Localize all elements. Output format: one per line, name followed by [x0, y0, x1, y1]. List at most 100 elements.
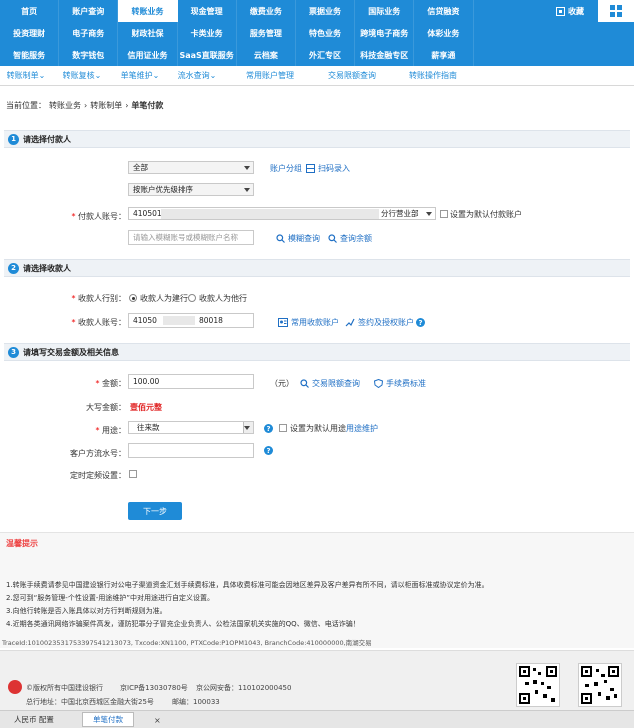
- payer-sort-select[interactable]: 按账户优先级排序: [128, 183, 254, 196]
- nav-item[interactable]: 首页: [0, 0, 60, 22]
- collect-icon: [556, 6, 565, 16]
- serial-number-label: 客户方流水号：: [70, 449, 126, 458]
- sub-nav-item[interactable]: 常用账户管理: [226, 70, 314, 81]
- nav-item[interactable]: 卡类业务: [178, 22, 237, 44]
- nav-item[interactable]: SaaS直联服务: [178, 44, 237, 66]
- nav-item[interactable]: 票据业务: [296, 0, 356, 22]
- query-balance-label: 查询余额: [340, 234, 372, 243]
- purpose-value: 往来款: [137, 423, 160, 432]
- tab-single-payment[interactable]: 单笔付款: [82, 712, 134, 727]
- fee-standard-label: 手续费标准: [386, 379, 426, 388]
- nav-item[interactable]: 信用证业务: [118, 44, 178, 66]
- nav-item[interactable]: 账户查询: [59, 0, 119, 22]
- amount-input[interactable]: 100.00: [128, 374, 254, 389]
- nav-item[interactable]: 外汇专区: [296, 44, 356, 66]
- nav-item[interactable]: 体彩业务: [414, 22, 474, 44]
- nav-item[interactable]: 服务管理: [237, 22, 296, 44]
- help-icon[interactable]: ?: [264, 446, 273, 455]
- help-icon[interactable]: ?: [264, 424, 273, 433]
- qr-code-icon: [578, 663, 622, 707]
- common-payee-link[interactable]: 常用收款账户: [278, 317, 339, 328]
- address-book-icon: [278, 318, 288, 327]
- trace-info: TraceId:1010023531753397541213073, Txcod…: [2, 639, 372, 647]
- sub-nav-item[interactable]: 单笔维护 ⌄: [112, 70, 168, 81]
- query-balance-link[interactable]: 查询余额: [328, 233, 372, 244]
- breadcrumb-item[interactable]: 转账制单: [90, 100, 122, 111]
- payee-account-input[interactable]: 41050 80018: [128, 313, 254, 328]
- chevron-down-icon: ⌄: [152, 71, 160, 80]
- help-icon[interactable]: ?: [416, 318, 425, 327]
- fee-standard-link[interactable]: 手续费标准: [374, 378, 426, 389]
- amount-label: * 金额：: [95, 379, 126, 388]
- default-payer-label: 设置为默认付款账户: [450, 210, 522, 219]
- breadcrumb-separator-icon: ›: [84, 100, 88, 110]
- tip-line: 1.转账手续费请参见中国建设银行对公电子渠道资金汇划手续费标准，具体收费标准可能…: [6, 581, 489, 589]
- upper-amount-label: 大写金额：: [86, 403, 126, 412]
- payer-search-input[interactable]: 请输入模糊账号或模糊账户名称: [128, 230, 254, 245]
- payee-ccb-radio[interactable]: [129, 294, 137, 302]
- scan-icon: [306, 164, 315, 173]
- nav-item[interactable]: 转账业务: [118, 0, 178, 22]
- nav-item[interactable]: 电子商务: [59, 22, 119, 44]
- step-number: 3: [8, 346, 19, 358]
- timer-setting-label: 定时定频设置：: [70, 471, 126, 480]
- sub-nav-label: 单笔维护: [120, 71, 153, 80]
- default-purpose-checkbox[interactable]: [279, 424, 287, 432]
- upper-amount-value: 壹佰元整: [130, 403, 162, 412]
- payer-account-label: * 付款人账号：: [71, 212, 126, 221]
- next-button[interactable]: 下一步: [128, 502, 182, 520]
- limit-query-link[interactable]: 交易限额查询: [300, 378, 360, 389]
- sub-nav-item[interactable]: 转账复核 ⌄: [52, 70, 112, 81]
- timer-setting-checkbox[interactable]: [129, 470, 137, 478]
- footer-icp[interactable]: 京ICP备13030780号: [120, 683, 188, 693]
- account-group-link[interactable]: 账户分组: [270, 163, 302, 174]
- nav-item[interactable]: 科技金融专区: [355, 44, 415, 66]
- purpose-select[interactable]: 往来款: [128, 421, 254, 434]
- nav-item[interactable]: 财政社保: [118, 22, 178, 44]
- scan-entry-link[interactable]: 扫码录入: [306, 163, 350, 174]
- payee-bank-label: * 收款人行别：: [71, 294, 126, 303]
- nav-item[interactable]: 数字钱包: [59, 44, 119, 66]
- breadcrumb-item[interactable]: 转账业务: [49, 100, 81, 111]
- nav-item[interactable]: 投资理财: [0, 22, 60, 44]
- sub-nav-item[interactable]: 转账制单 ⌄: [0, 70, 52, 81]
- common-payee-label: 常用收款账户: [291, 318, 339, 327]
- nav-item[interactable]: 特色业务: [296, 22, 356, 44]
- sub-nav-item[interactable]: 交易限额查询: [314, 70, 390, 81]
- payer-filter-select[interactable]: 全部: [128, 161, 254, 174]
- serial-number-input[interactable]: [128, 443, 254, 458]
- purpose-label: * 用途：: [95, 426, 126, 435]
- collect-button[interactable]: 收藏: [556, 0, 592, 22]
- grid-menu-button[interactable]: [598, 0, 634, 22]
- search-icon: [276, 234, 285, 243]
- chevron-down-icon: [244, 166, 250, 170]
- close-icon[interactable]: ×: [154, 716, 161, 725]
- nav-item[interactable]: 智能服务: [0, 44, 60, 66]
- payee-other-bank-radio[interactable]: [188, 294, 196, 302]
- sign-icon: [345, 318, 355, 327]
- nav-item[interactable]: 信贷融资: [414, 0, 474, 22]
- bank-logo-icon: [8, 680, 22, 694]
- sub-nav: 转账制单 ⌄ 转账复核 ⌄ 单笔维护 ⌄ 流水查询 ⌄ 常用账户管理 交易限额查询 转账操作…: [0, 66, 634, 86]
- tip-line: 2.您可到“服务管理-个性设置-用途维护”中对用途进行自定义设置。: [6, 594, 214, 602]
- payer-account-select[interactable]: 4105016 分行营业部: [128, 207, 436, 220]
- nav-item[interactable]: 缴费业务: [237, 0, 296, 22]
- signed-account-link[interactable]: 签约及授权账户: [345, 317, 414, 328]
- sub-nav-item[interactable]: 流水查询 ⌄: [168, 70, 226, 81]
- footer-security[interactable]: 京公网安备：110102000450: [196, 683, 291, 693]
- nav-item[interactable]: 国际业务: [355, 0, 415, 22]
- nav-item[interactable]: 薪享通: [414, 44, 474, 66]
- nav-grid: 首页 账户查询 转账业务 现金管理 缴费业务 票据业务 国际业务 信贷融资投资理财 电子商务 财政…: [0, 0, 592, 66]
- sub-nav-label: 交易限额查询: [328, 71, 376, 80]
- nav-item[interactable]: 跨境电子商务: [355, 22, 415, 44]
- nav-item[interactable]: 现金管理: [178, 0, 237, 22]
- nav-item[interactable]: 云档案: [237, 44, 296, 66]
- section-title: 请选择收款人: [23, 263, 71, 273]
- purpose-maintain-link[interactable]: 用途维护: [346, 423, 378, 434]
- sub-nav-item[interactable]: 转账操作指南: [390, 70, 476, 81]
- default-payer-checkbox[interactable]: [440, 210, 448, 218]
- masked-region: [161, 209, 379, 219]
- fuzzy-search-link[interactable]: 模糊查询: [276, 233, 320, 244]
- account-group-label: 账户分组: [270, 164, 302, 173]
- qr-code-icon: [516, 663, 560, 707]
